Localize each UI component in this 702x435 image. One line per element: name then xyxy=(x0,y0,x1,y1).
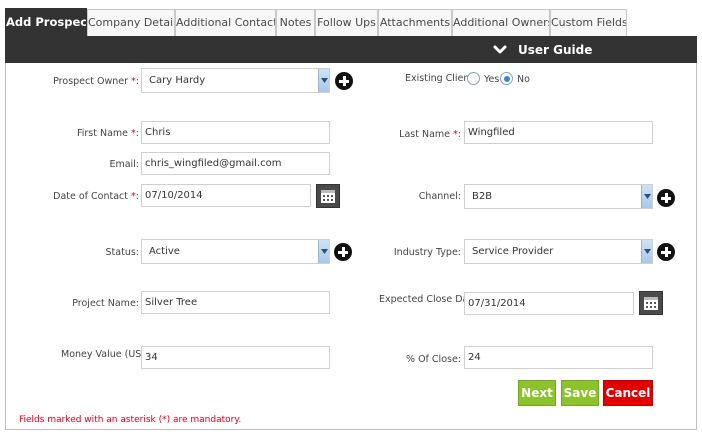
add-prospect-owner-icon[interactable] xyxy=(335,72,353,90)
channel-label: Channel: xyxy=(418,191,461,202)
existing-client-no-radio[interactable] xyxy=(500,72,513,85)
industry-type-select[interactable]: Service Provider xyxy=(464,239,653,264)
expected-close-date-input[interactable] xyxy=(464,292,634,315)
existing-client-yes-radio[interactable] xyxy=(467,72,480,85)
prospect-owner-select[interactable]: Cary Hardy xyxy=(141,68,330,93)
mandatory-fields-note: Fields marked with an asterisk (*) are m… xyxy=(19,415,242,425)
status-select[interactable]: Active xyxy=(141,239,330,264)
calendar-icon[interactable] xyxy=(639,291,663,315)
add-channel-icon[interactable] xyxy=(657,189,675,207)
percent-close-input[interactable] xyxy=(464,346,653,369)
tab-follow-ups[interactable]: Follow Ups xyxy=(315,9,378,36)
channel-select[interactable]: B2B xyxy=(464,184,653,209)
existing-client-yes-label: Yes xyxy=(484,74,500,85)
user-guide-toggle[interactable]: User Guide xyxy=(493,36,592,63)
cancel-button[interactable]: Cancel xyxy=(603,380,653,406)
last-name-input[interactable] xyxy=(464,121,653,144)
user-guide-label: User Guide xyxy=(518,42,593,57)
chevron-down-icon xyxy=(318,240,329,263)
tab-company-detail[interactable]: Company Detail xyxy=(87,9,175,36)
project-name-label: Project Name: xyxy=(72,298,139,309)
tab-custom-fields[interactable]: Custom Fields xyxy=(550,9,627,36)
first-name-label: First Name *: xyxy=(76,128,139,139)
existing-client-label: Existing Client: xyxy=(405,73,477,84)
money-value-input[interactable] xyxy=(141,346,330,369)
industry-type-label: Industry Type: xyxy=(393,247,461,258)
add-industry-type-icon[interactable] xyxy=(657,243,675,261)
add-status-icon[interactable] xyxy=(334,243,352,261)
first-name-input[interactable] xyxy=(141,121,330,144)
email-field[interactable] xyxy=(141,152,330,175)
project-name-input[interactable] xyxy=(141,291,330,314)
percent-close-label: % Of Close: xyxy=(406,354,461,365)
tab-additional-contact[interactable]: Additional Contact xyxy=(175,9,276,36)
date-of-contact-label: Date of Contact *: xyxy=(53,191,139,202)
date-of-contact-input[interactable] xyxy=(141,184,311,207)
tab-additional-owners[interactable]: Additional Owners xyxy=(452,9,550,36)
status-label: Status: xyxy=(105,247,139,258)
tab-notes[interactable]: Notes xyxy=(276,9,315,36)
tab-add-prospect[interactable]: Add Prospect xyxy=(5,8,87,37)
tab-bar: Add Prospect Company Detail Additional C… xyxy=(5,8,697,37)
email-label: Email: xyxy=(109,159,139,170)
chevron-down-icon xyxy=(493,36,509,63)
user-guide-bar: User Guide xyxy=(5,36,697,63)
chevron-down-icon xyxy=(641,240,652,263)
save-button[interactable]: Save xyxy=(561,380,599,406)
existing-client-no-label: No xyxy=(517,74,530,85)
calendar-icon[interactable] xyxy=(316,184,340,208)
last-name-label: Last Name *: xyxy=(399,129,461,140)
prospect-owner-label: Prospect Owner *: xyxy=(53,76,139,87)
tab-attachments[interactable]: Attachments xyxy=(378,9,452,36)
next-button[interactable]: Next xyxy=(518,380,556,406)
chevron-down-icon xyxy=(641,185,652,208)
chevron-down-icon xyxy=(318,69,329,92)
